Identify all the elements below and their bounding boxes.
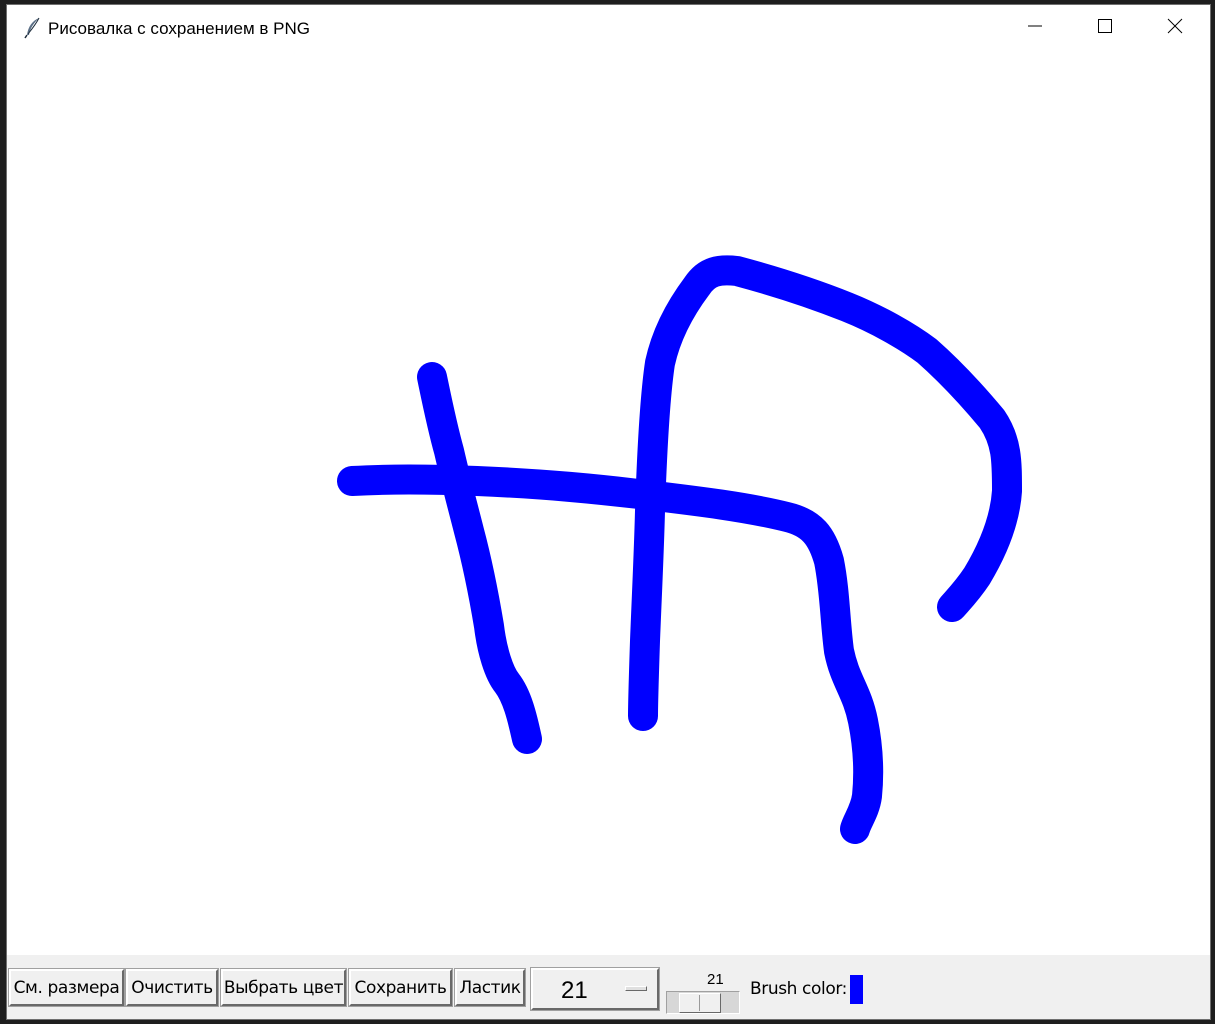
drawing-canvas[interactable] [7, 51, 1210, 955]
brush-color-label: Brush color: [750, 979, 847, 999]
app-window: Рисовалка с сохранением в PNG См. размер… [6, 4, 1211, 1020]
drawing-surface [337, 255, 1022, 844]
minimize-icon [1027, 18, 1043, 39]
resize-button[interactable]: См. размера [8, 968, 125, 1007]
choose-color-button[interactable]: Выбрать цвет [220, 968, 347, 1007]
feather-icon [23, 17, 43, 39]
maximize-button[interactable] [1070, 5, 1140, 51]
brush-color-swatch [850, 975, 863, 1004]
close-icon [1167, 18, 1183, 39]
brush-stroke [417, 362, 542, 754]
brush-size-menu-value: 21 [561, 977, 588, 1004]
minimize-button[interactable] [1000, 5, 1070, 51]
brush-size-scale[interactable] [666, 991, 740, 1014]
title-bar[interactable]: Рисовалка с сохранением в PNG [7, 5, 1210, 52]
eraser-button[interactable]: Ластик [454, 968, 526, 1007]
option-menu-indicator-icon [625, 986, 647, 991]
maximize-icon [1097, 18, 1113, 39]
brush-size-scale-slider[interactable] [679, 993, 721, 1013]
brush-size-scale-value: 21 [707, 971, 724, 988]
clear-button[interactable]: Очистить [125, 968, 219, 1007]
window-title: Рисовалка с сохранением в PNG [48, 19, 310, 38]
brush-size-menu[interactable]: 21 [530, 967, 660, 1011]
close-button[interactable] [1140, 5, 1210, 51]
toolbar: См. размера Очистить Выбрать цвет Сохран… [7, 955, 1210, 1019]
save-button[interactable]: Сохранить [348, 968, 453, 1007]
brush-stroke [337, 464, 884, 844]
